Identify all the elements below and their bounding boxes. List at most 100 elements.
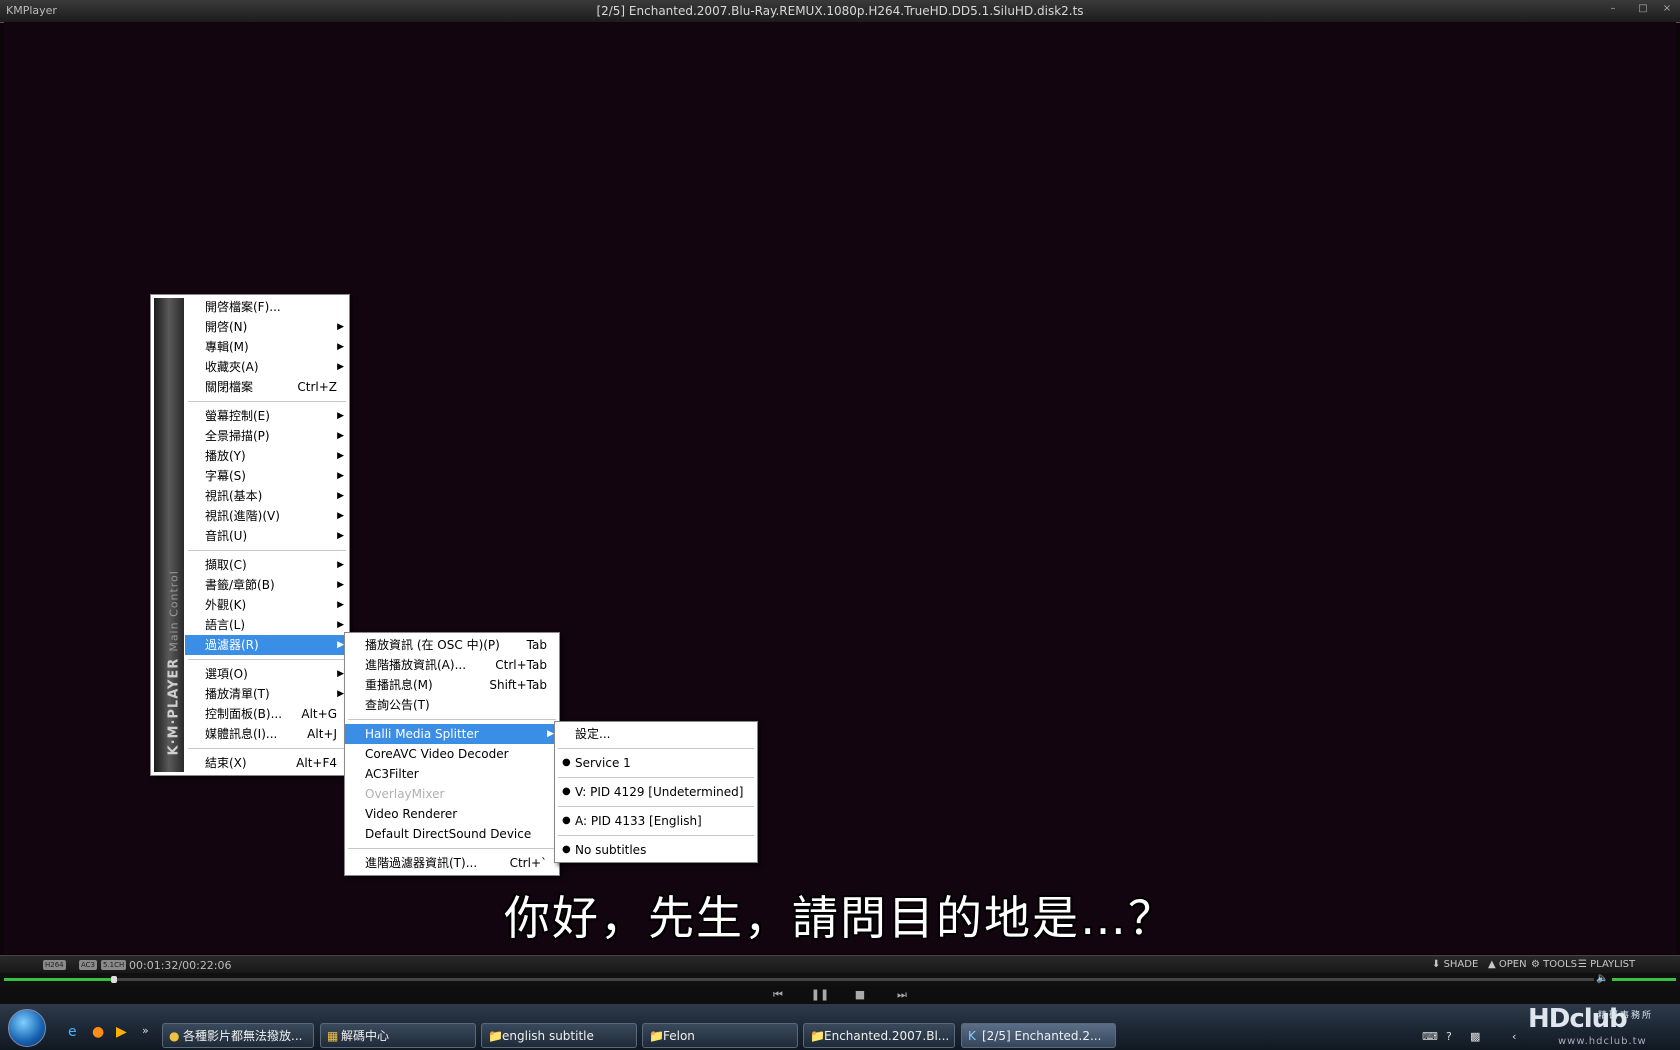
tools-button[interactable]: ⚙ TOOLS xyxy=(1531,959,1577,970)
taskbar-item[interactable]: ● 各種影片都無法撥放... xyxy=(162,1023,314,1048)
main-menu-item[interactable]: 收藏夾(A) ▶ xyxy=(185,357,349,377)
main-menu-item[interactable]: 開啓(N) ▶ xyxy=(185,317,349,337)
codec-chip-audio: AC3 xyxy=(79,960,98,970)
main-context-menu: K·M·PLAYERMain Control 開啓檔案(F)... 開啓(N) ▶ 專… xyxy=(150,294,350,776)
taskbar-item[interactable]: 📁Enchanted.2007.Bl... xyxy=(803,1023,955,1048)
main-menu-item[interactable]: 開啓檔案(F)... xyxy=(185,297,349,317)
network-icon[interactable]: ▩ xyxy=(1470,1030,1480,1043)
menu-item-label: 重播訊息(M) xyxy=(365,678,433,692)
main-menu-item[interactable]: 書籤/章節(B) ▶ xyxy=(185,575,349,595)
time-readout: 00:01:32/00:22:06 xyxy=(129,959,232,972)
main-menu-item[interactable]: 擷取(C) ▶ xyxy=(185,555,349,575)
hdclub-watermark: HDclub 精研事務所 www.hdclub.tw xyxy=(1528,1004,1668,1050)
menu-item-label: 全景掃描(P) xyxy=(205,429,270,443)
main-menu-item[interactable]: 視訊(基本) ▶ xyxy=(185,486,349,506)
main-menu-item[interactable]: 視訊(進階)(V) ▶ xyxy=(185,506,349,526)
filter-item[interactable]: AC3Filter xyxy=(345,764,559,784)
seek-fill xyxy=(4,978,115,981)
pause-icon[interactable]: ❚❚ xyxy=(809,988,831,1002)
main-menu-item[interactable]: 音訊(U) ▶ xyxy=(185,526,349,546)
close-icon[interactable]: × xyxy=(1660,3,1674,15)
main-menu-item[interactable]: 語言(L) ▶ xyxy=(185,615,349,635)
taskbar-item-label: [2/5] Enchanted.2... xyxy=(982,1029,1102,1043)
submenu-arrow-icon: ▶ xyxy=(337,491,344,501)
filter-menu-item[interactable]: 查詢公告(T) xyxy=(345,695,559,715)
filter-item[interactable]: CoreAVC Video Decoder xyxy=(345,744,559,764)
folder-icon: 📁 xyxy=(488,1029,503,1043)
filter-menu-item[interactable]: 重播訊息(M) Shift+Tab xyxy=(345,675,559,695)
keyboard-icon[interactable]: ⌨ xyxy=(1422,1030,1438,1043)
submenu-arrow-icon: ▶ xyxy=(337,689,344,699)
submenu-arrow-icon: ▶ xyxy=(337,620,344,630)
advanced-filter-info-item[interactable]: 進階過濾器資訊(T)... Ctrl+` xyxy=(345,853,559,873)
quicklaunch-more-icon[interactable]: » xyxy=(142,1024,149,1037)
main-menu-item[interactable]: 字幕(S) ▶ xyxy=(185,466,349,486)
stream-item[interactable]: ● Service 1 xyxy=(555,753,757,773)
playlist-button[interactable]: ☰ PLAYLIST xyxy=(1578,959,1635,970)
menu-item-label: 開啓(N) xyxy=(205,320,248,334)
menu-item-label: 結束(X) xyxy=(205,756,247,770)
volume-icon[interactable]: 🔈 xyxy=(1596,973,1608,984)
firefox-icon[interactable]: ● xyxy=(92,1024,104,1040)
taskbar-item[interactable]: 📁Felon xyxy=(642,1023,798,1048)
filter-item[interactable]: Halli Media Splitter ▶ xyxy=(345,724,559,744)
seek-bar[interactable]: 🔈 xyxy=(0,973,1680,986)
stream-item[interactable]: ● V: PID 4129 [Undetermined] xyxy=(555,782,757,802)
filter-menu-item[interactable]: 播放資訊 (在 OSC 中)(P) Tab xyxy=(345,635,559,655)
filter-menu-item[interactable]: 進階播放資訊(A)... Ctrl+Tab xyxy=(345,655,559,675)
seek-track[interactable] xyxy=(4,976,1594,983)
taskbar-item-label: Enchanted.2007.Bl... xyxy=(824,1029,950,1043)
main-menu-item[interactable]: 控制面板(B)... Alt+G xyxy=(185,704,349,724)
taskbar-item[interactable]: K [2/5] Enchanted.2... xyxy=(961,1023,1116,1048)
previous-icon[interactable]: ⏮ xyxy=(767,988,789,1002)
taskbar-item[interactable]: 📁english subtitle xyxy=(481,1023,637,1048)
minimize-icon[interactable]: – xyxy=(1606,3,1620,15)
volume-slider[interactable] xyxy=(1612,978,1676,981)
splitter-settings-item[interactable]: 設定... xyxy=(555,724,757,744)
menu-item-label: 播放(Y) xyxy=(205,449,246,463)
help-icon[interactable]: ? xyxy=(1446,1030,1452,1043)
stream-item[interactable]: ● A: PID 4133 [English] xyxy=(555,811,757,831)
main-menu-item[interactable]: 螢幕控制(E) ▶ xyxy=(185,406,349,426)
menu-separator xyxy=(558,835,754,836)
shade-button[interactable]: ⬇ SHADE xyxy=(1432,959,1478,970)
menu-item-shortcut: Tab xyxy=(526,638,547,652)
main-menu-item[interactable]: 播放(Y) ▶ xyxy=(185,446,349,466)
main-menu-item[interactable]: 過濾器(R) ▶ xyxy=(185,635,349,655)
ie-icon[interactable]: e xyxy=(68,1024,77,1040)
media-player-icon[interactable]: ▶ xyxy=(116,1024,127,1040)
menu-item-label: AC3Filter xyxy=(365,767,419,781)
title-bar[interactable]: KMPlayer [2/5] Enchanted.2007.Blu-Ray.RE… xyxy=(0,0,1680,23)
filter-list: Halli Media Splitter ▶ CoreAVC Video Decod… xyxy=(345,724,559,844)
submenu-arrow-icon: ▶ xyxy=(337,669,344,679)
main-menu-item[interactable]: 播放清單(T) ▶ xyxy=(185,684,349,704)
start-button[interactable] xyxy=(8,1009,46,1047)
main-menu-item[interactable]: 外觀(K) ▶ xyxy=(185,595,349,615)
menu-item-label: 螢幕控制(E) xyxy=(205,409,270,423)
menu-item-label: OverlayMixer xyxy=(365,787,445,801)
main-menu-item[interactable]: 全景掃描(P) ▶ xyxy=(185,426,349,446)
menu-item-label: 音訊(U) xyxy=(205,529,248,543)
main-menu-item[interactable]: 媒體訊息(I)... Alt+J xyxy=(185,724,349,744)
menu-separator xyxy=(188,550,346,551)
main-menu-item[interactable]: 關閉檔案 Ctrl+Z xyxy=(185,377,349,397)
menu-item-label: CoreAVC Video Decoder xyxy=(365,747,509,761)
maximize-icon[interactable]: □ xyxy=(1636,3,1650,15)
filter-item[interactable]: Video Renderer xyxy=(345,804,559,824)
seek-handle[interactable] xyxy=(111,976,118,983)
filter-item[interactable]: OverlayMixer xyxy=(345,784,559,804)
stream-item[interactable]: ● No subtitles xyxy=(555,840,757,860)
main-menu-item[interactable]: 選項(O) ▶ xyxy=(185,664,349,684)
tray-expand-icon[interactable]: ‹ xyxy=(1512,1030,1516,1043)
next-icon[interactable]: ⏭ xyxy=(891,988,913,1002)
main-menu-item[interactable]: 專輯(M) ▶ xyxy=(185,337,349,357)
watermark-url: www.hdclub.tw xyxy=(1558,1036,1647,1047)
submenu-arrow-icon: ▶ xyxy=(337,411,344,421)
stop-icon[interactable]: ■ xyxy=(849,988,871,1002)
filter-submenu: 播放資訊 (在 OSC 中)(P) Tab 進階播放資訊(A)... Ctrl+Tab… xyxy=(344,632,560,876)
open-button[interactable]: ▲ OPEN xyxy=(1488,959,1527,970)
submenu-arrow-icon: ▶ xyxy=(337,531,344,541)
filter-item[interactable]: Default DirectSound Device xyxy=(345,824,559,844)
taskbar-item[interactable]: ▦ 解碼中心 xyxy=(320,1023,476,1048)
main-menu-item[interactable]: 結束(X) Alt+F4 xyxy=(185,753,349,773)
